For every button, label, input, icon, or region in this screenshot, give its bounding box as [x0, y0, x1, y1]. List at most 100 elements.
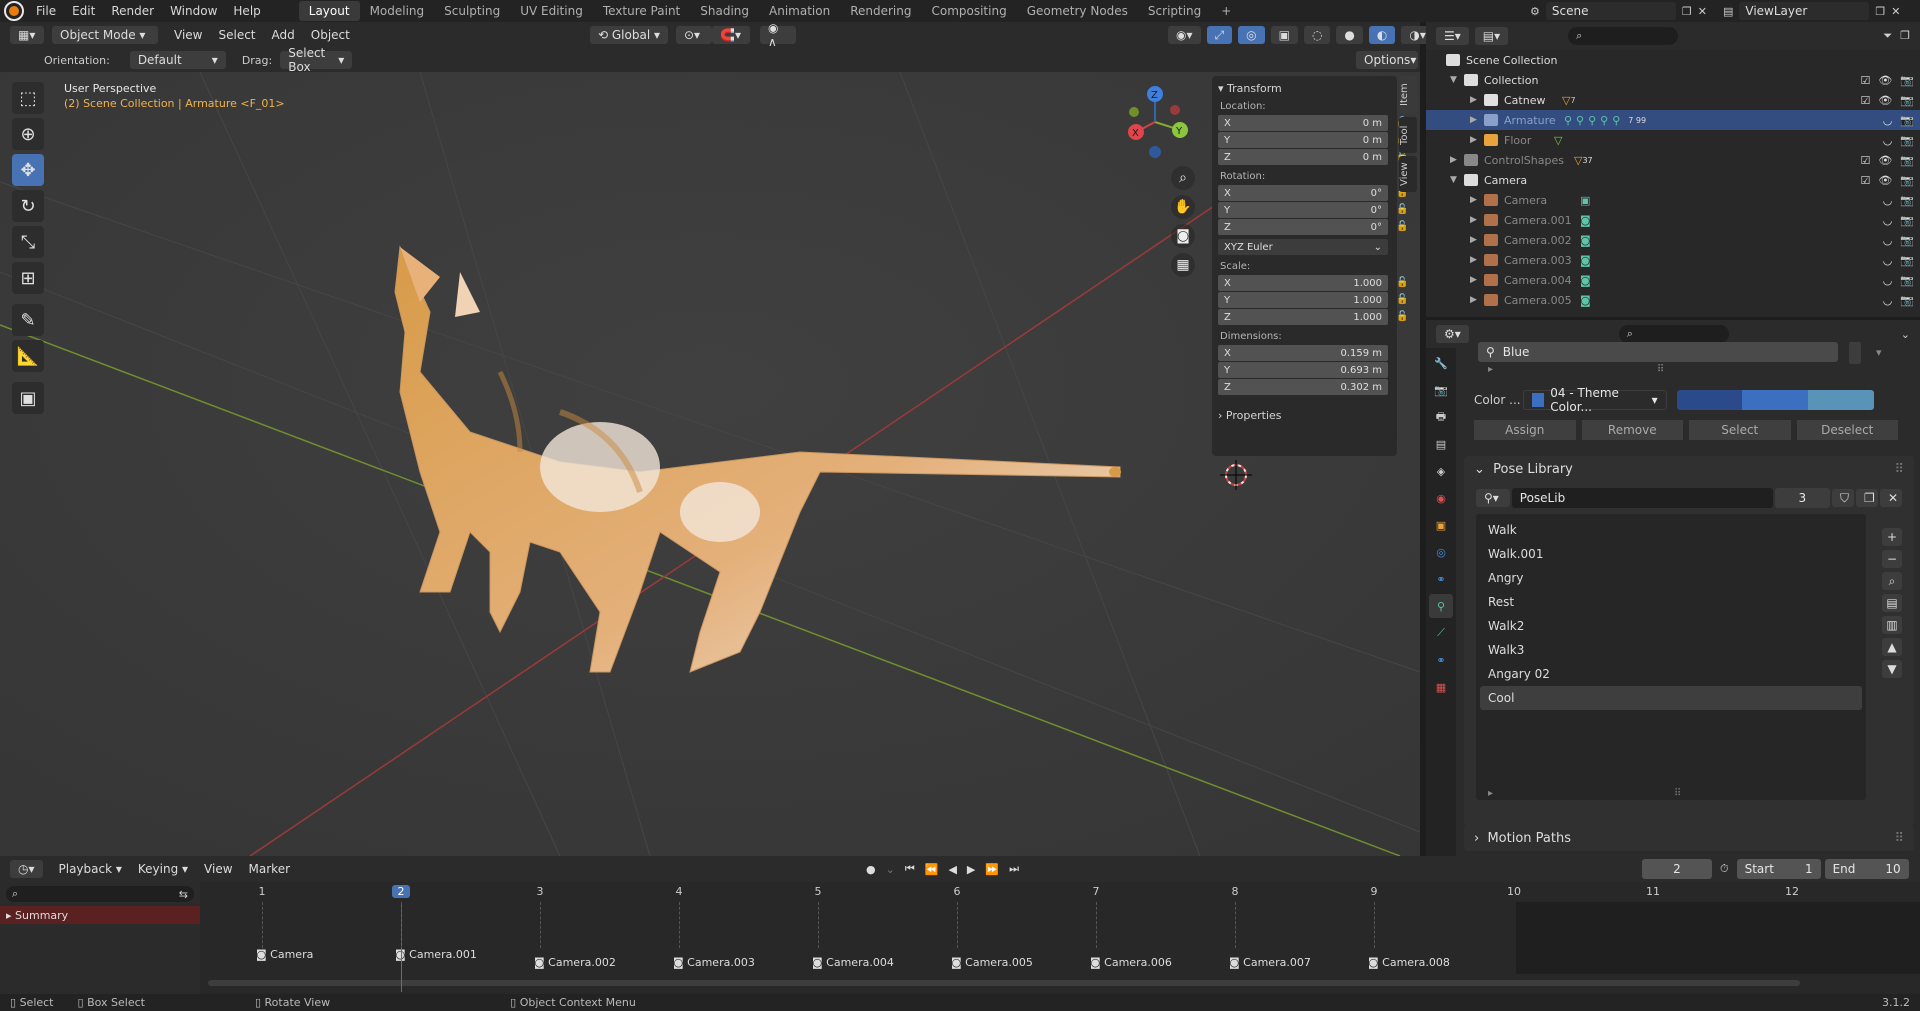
visibility-toggle-icon[interactable]: ◡ — [1883, 274, 1893, 287]
expand-arrow-icon[interactable]: ▼ — [1450, 75, 1460, 85]
outliner-row-camera[interactable]: ▶ Camera ▣ ◡ 📷 — [1426, 190, 1920, 210]
pose-item-walk-001[interactable]: Walk.001 — [1480, 542, 1862, 566]
pose-item-walk2[interactable]: Walk2 — [1480, 614, 1862, 638]
pivot-point-button[interactable]: ⊙▾ — [676, 26, 712, 44]
camera-render-icon[interactable]: 📷 — [1900, 154, 1914, 167]
summary-channel[interactable]: ▸ Summary — [0, 906, 200, 924]
expand-arrow-icon[interactable]: ▶ — [1470, 195, 1480, 205]
preview-range-clock-icon[interactable]: ⏱ — [1720, 862, 1729, 876]
outliner-row-catnew[interactable]: ▶ Catnew ▽ 7 ☑ 👁 📷 — [1426, 90, 1920, 110]
view-layer-icon[interactable]: ▤ — [1723, 5, 1733, 18]
camera-render-icon[interactable]: 📷 — [1900, 274, 1914, 287]
add-cube-tool-icon[interactable]: ▣ — [12, 382, 44, 414]
tab-tool[interactable]: Tool — [1399, 117, 1417, 153]
menu-add[interactable]: Add — [264, 28, 303, 42]
outliner-row-camera-002[interactable]: ▶ Camera.002 ◙ ◡ 📷 — [1426, 230, 1920, 250]
drag-handle-icon[interactable]: ⠿ — [1894, 462, 1904, 477]
gizmo-toggle-button[interactable]: ⤢ — [1206, 26, 1233, 44]
overlays-toggle-button[interactable]: ◎ — [1238, 26, 1265, 44]
pose-item-walk[interactable]: Walk — [1480, 518, 1862, 542]
workspace-tab-geometry-nodes[interactable]: Geometry Nodes — [1017, 1, 1138, 21]
render-tab-icon[interactable]: 📷 — [1429, 378, 1453, 402]
poselib-name-field[interactable]: PoseLib — [1511, 488, 1773, 508]
menu-view[interactable]: View — [166, 28, 210, 42]
keying-menu[interactable]: Keying ▾ — [130, 862, 196, 876]
auto-keying-record-icon[interactable]: ● — [866, 863, 876, 876]
dimensions-y-field[interactable]: Y 0.693 m — [1218, 362, 1388, 378]
poselib-users-count[interactable]: 3 — [1774, 488, 1831, 508]
eye-icon[interactable]: 👁 — [1878, 74, 1892, 87]
move-tool-icon[interactable]: ✥ — [12, 154, 44, 186]
dopesheet-area[interactable]: 1 2 3 4 5 6 7 8 9 10 11 12 ◙ Camera ◙ Camera.001 ◙ Ca… — [204, 882, 1920, 994]
color-set-dropdown[interactable]: 04 - Theme Color... ▾ — [1523, 386, 1667, 414]
expand-arrow-icon[interactable]: ▶ — [1470, 275, 1480, 285]
normal-color-swatch[interactable] — [1676, 390, 1743, 410]
menu-render[interactable]: Render — [103, 4, 162, 18]
resize-handle-icon[interactable]: ⠿ — [1674, 788, 1681, 799]
workspace-tab-scripting[interactable]: Scripting — [1138, 1, 1211, 21]
remove-pose-icon[interactable]: − — [1882, 550, 1902, 568]
poselib-browse-button[interactable]: ⚲▾ — [1476, 489, 1510, 507]
eye-icon[interactable]: 👁 — [1878, 94, 1892, 107]
timeline-marker[interactable]: ◙ Camera.008 — [1368, 956, 1450, 969]
update-pose-icon[interactable]: ▥ — [1882, 616, 1902, 634]
visibility-toggle-icon[interactable]: ◡ — [1883, 294, 1893, 307]
orientation-dropdown[interactable]: Default ▾ — [129, 51, 226, 69]
navigation-gizmo[interactable]: X Y Z — [1120, 82, 1200, 162]
outliner-row-collection[interactable]: ▼ Collection ☑ 👁 📷 — [1426, 70, 1920, 90]
workspace-tab-rendering[interactable]: Rendering — [840, 1, 921, 21]
gizmo-neg-z[interactable] — [1149, 146, 1161, 158]
sanitize-icon[interactable]: ▤ — [1882, 594, 1902, 612]
menu-object[interactable]: Object — [303, 28, 358, 42]
visibility-toggle-icon[interactable]: ◡ — [1883, 214, 1893, 227]
bone-constraint-tab-icon[interactable]: ⚭ — [1429, 648, 1453, 672]
duplicate-icon[interactable]: ❐ — [1856, 489, 1879, 507]
expand-arrow-icon[interactable]: ▸ — [1488, 788, 1493, 799]
apply-pose-icon[interactable]: ⌕ — [1882, 572, 1902, 590]
outliner-row-controlshapes[interactable]: ▶ ControlShapes ▽ 37 ☑ 👁 📷 — [1426, 150, 1920, 170]
menu-help[interactable]: Help — [225, 4, 268, 18]
filter-icon[interactable]: ⏷ — [1883, 29, 1892, 43]
properties-panel-header[interactable]: › Properties — [1218, 409, 1391, 422]
zoom-icon[interactable]: ⌕ — [1171, 166, 1195, 190]
scene-icon[interactable]: ⚙ — [1530, 5, 1540, 18]
timeline-marker[interactable]: ◙ Camera.002 — [534, 956, 616, 969]
eye-icon[interactable]: 👁 — [1878, 154, 1892, 167]
dimensions-x-field[interactable]: X 0.159 m — [1218, 345, 1388, 361]
expand-arrow-icon[interactable]: ▶ — [1470, 215, 1480, 225]
tool-tab-icon[interactable]: 🔧 — [1429, 351, 1453, 375]
chevron-down-icon[interactable]: ⌄ — [1901, 328, 1910, 341]
frame-ruler[interactable]: 1 2 3 4 5 6 7 8 9 10 11 12 — [204, 882, 1920, 902]
checkbox-icon[interactable]: ☑ — [1860, 154, 1870, 167]
timeline-marker[interactable]: ◙ Camera.001 — [395, 948, 477, 961]
select-color-swatch[interactable] — [1742, 390, 1809, 410]
timeline-marker[interactable]: ◙ Camera.004 — [812, 956, 894, 969]
location-x-field[interactable]: X0 m🔓 — [1218, 115, 1408, 131]
lock-icon[interactable]: 🔓 — [1396, 221, 1408, 233]
proportional-editing-button[interactable]: ◉ ∧ — [760, 21, 796, 49]
pose-item-cool[interactable]: Cool — [1480, 686, 1862, 710]
list-scrollbar[interactable] — [1849, 342, 1861, 364]
pose-item-angry[interactable]: Angry — [1480, 566, 1862, 590]
gizmo-neg-x[interactable] — [1170, 105, 1180, 115]
expand-arrow-icon[interactable]: ▶ — [1470, 95, 1480, 105]
lock-icon[interactable]: 🔓 — [1396, 294, 1408, 306]
outliner-row-camera-005[interactable]: ▶ Camera.005 ◙ ◡ 📷 — [1426, 290, 1920, 310]
workspace-tab-uv-editing[interactable]: UV Editing — [510, 1, 593, 21]
move-down-icon[interactable]: ▼ — [1882, 660, 1902, 678]
expand-arrow-icon[interactable]: ▶ — [1470, 115, 1480, 125]
location-y-field[interactable]: Y0 m🔓 — [1218, 132, 1408, 148]
object-tab-icon[interactable]: ▣ — [1429, 513, 1453, 537]
pose-item-angary-02[interactable]: Angary 02 — [1480, 662, 1862, 686]
swap-arrows-icon[interactable]: ⇆ — [179, 888, 188, 901]
transform-panel-header[interactable]: ▾ Transform — [1218, 82, 1391, 95]
outliner-row-camera-003[interactable]: ▶ Camera.003 ◙ ◡ 📷 — [1426, 250, 1920, 270]
camera-render-icon[interactable]: 📷 — [1900, 114, 1914, 127]
new-scene-icon[interactable]: ❐ — [1682, 5, 1692, 18]
lock-icon[interactable]: 🔓 — [1396, 311, 1408, 323]
view-layer-tab-icon[interactable]: ▤ — [1429, 432, 1453, 456]
auto-keying-dropdown-icon[interactable]: ⌄ — [886, 863, 895, 876]
scale-x-field[interactable]: X 1.000 🔓 — [1218, 275, 1408, 291]
checkbox-icon[interactable]: ☑ — [1860, 174, 1870, 187]
motion-paths-panel-header[interactable]: › Motion Paths ⠿ — [1464, 825, 1914, 851]
